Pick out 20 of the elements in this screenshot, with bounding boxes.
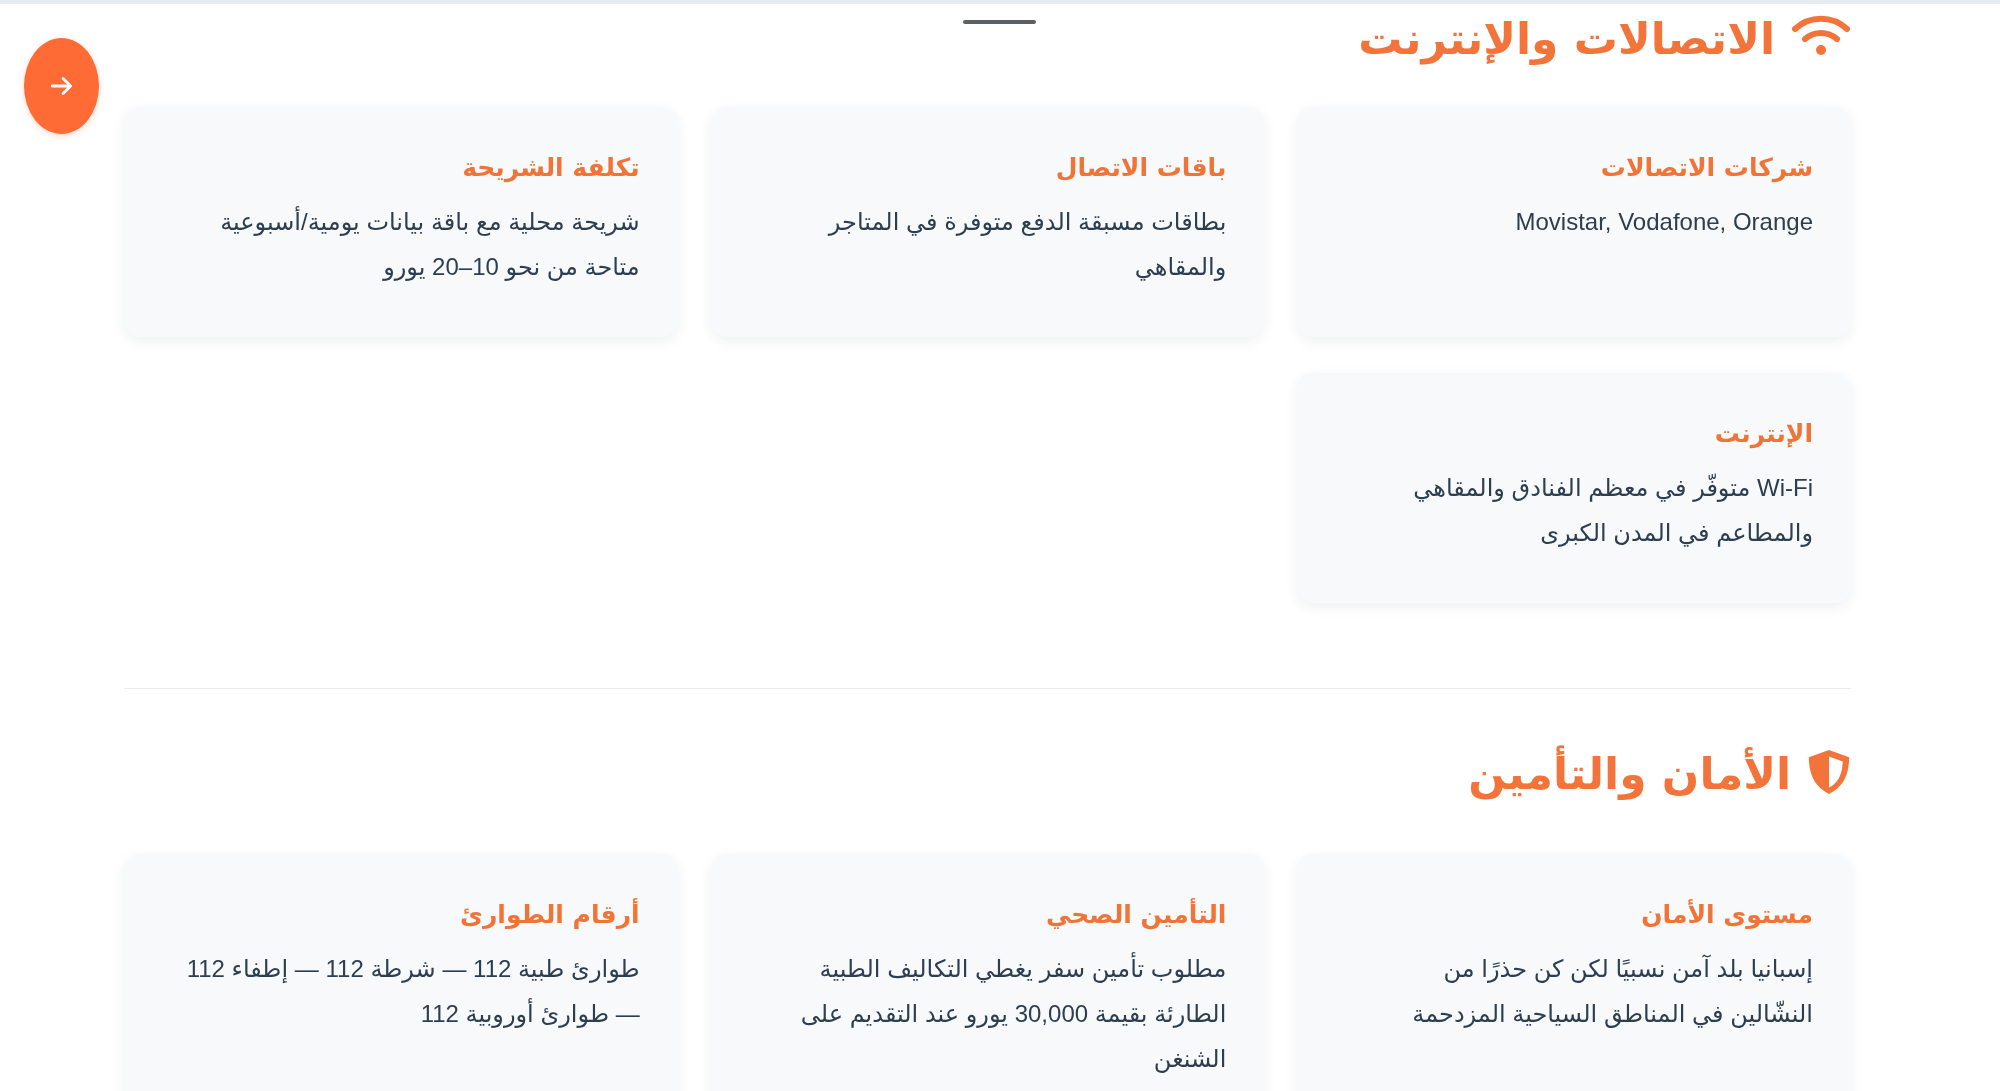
section-title: الاتصالات والإنترنت [1358,12,1775,66]
card-text: طوارئ طبية 112 — شرطة 112 — إطفاء 112 — طوارئ أوروبية 112 [185,954,640,1030]
card-text: شريحة محلية مع باقة بيانات يومية/أسبوعية متاحة من نحو 10–20 يورو [219,205,640,283]
card-title: أرقام الطوارئ [459,897,640,931]
card-text: إسبانيا بلد آمن نسبيًا لكن كن حذرًا من النشّالين في المناطق السياحية المزدحمة [1411,953,1813,1030]
wifi-icon [1791,15,1851,57]
card-title: الإنترنت [1713,418,1813,451]
drag-handle[interactable] [963,20,1036,24]
card-title: شركات الاتصالات [1599,152,1813,185]
shield-icon [1807,749,1851,795]
card-text: Movistar, Vodafone, Orange [1514,207,1813,237]
card-text: مطلوب تأمين سفر يغطي التكاليف الطبية الطارئة بقيمة 30,000 يورو عند التقديم على الشنغن [770,946,1227,1081]
back-button[interactable] [24,38,99,134]
card-title: باقات الاتصال [1054,152,1227,184]
card-text: Wi-Fi متوفّر في معظم الفنادق والمقاهي والمطاعم في المدن الكبرى [1412,472,1813,549]
card-title: تكلفة الشريحة [461,152,640,185]
card-text: بطاقات مسبقة الدفع متوفرة في المتاجر والمقاهي [826,207,1227,283]
card-title: مستوى الأمان [1640,898,1813,931]
section-title: الأمان والتأمين [1468,747,1791,801]
card-title: التأمين الصحي [1045,897,1227,932]
